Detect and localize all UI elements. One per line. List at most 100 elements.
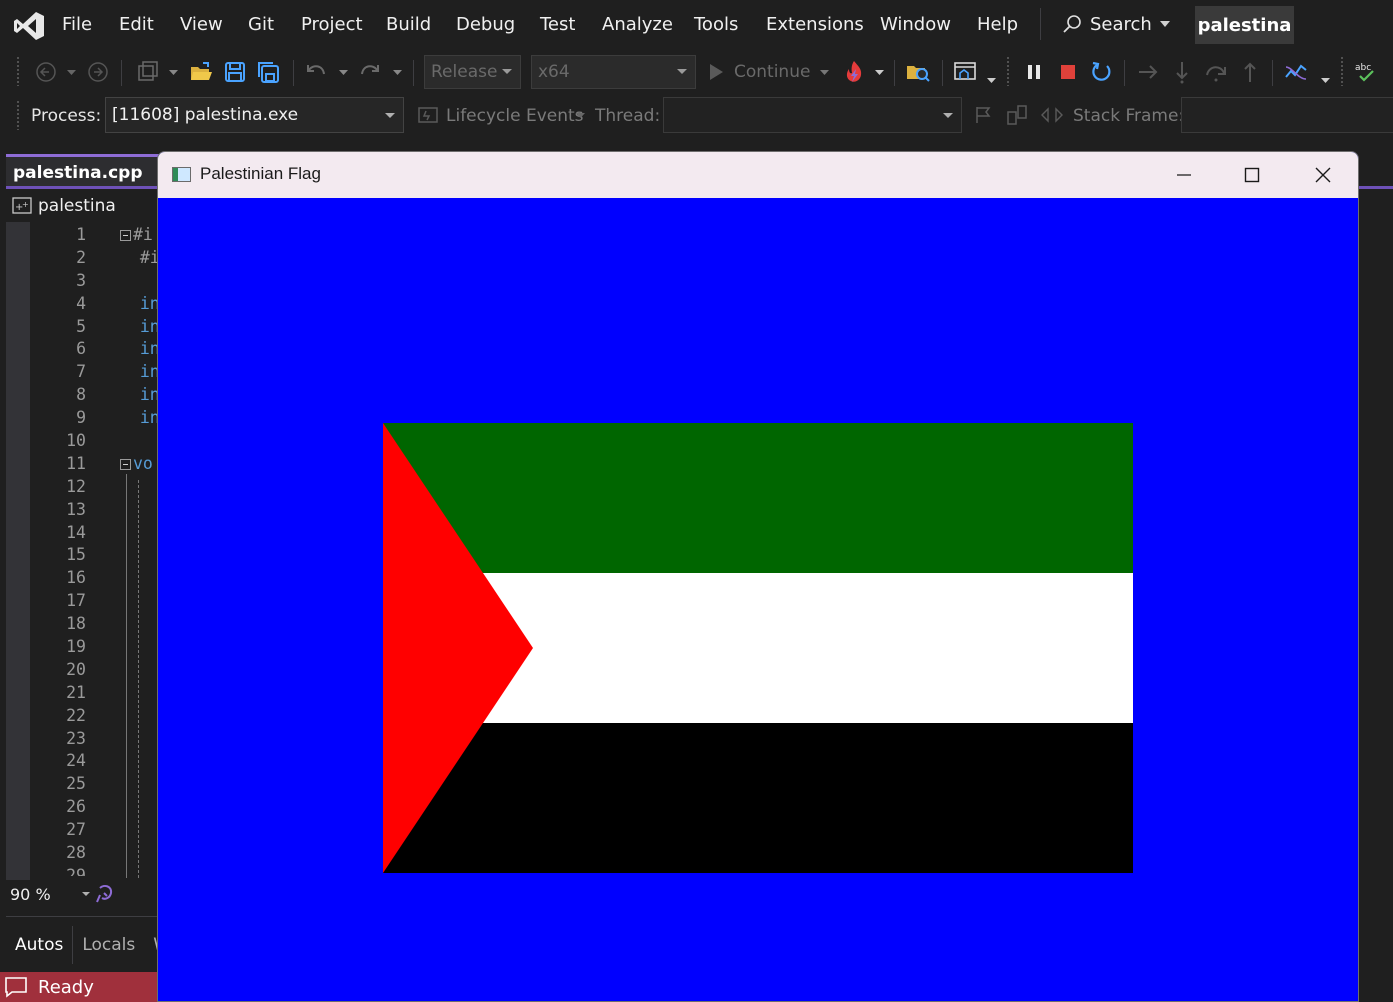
chevron-down-icon[interactable] <box>166 58 180 86</box>
menu-file[interactable]: File <box>62 14 92 35</box>
hot-reload-icon[interactable] <box>840 58 868 86</box>
continue-button[interactable]: Continue <box>708 58 830 86</box>
restart-icon[interactable] <box>1087 58 1115 86</box>
chevron-down-icon[interactable] <box>872 58 886 86</box>
process-select[interactable]: [11608] palestina.exe <box>105 97 404 133</box>
line-number: 19 <box>66 637 86 657</box>
browse-folder-icon[interactable] <box>903 58 933 86</box>
app-window[interactable]: Palestinian Flag <box>157 151 1359 1002</box>
line-number: 13 <box>66 499 86 519</box>
menu-view[interactable]: View <box>180 14 223 35</box>
zoom-select[interactable]: 90 % <box>6 885 94 904</box>
maximize-button[interactable] <box>1218 152 1286 198</box>
navigation-bar-project[interactable]: + + palestina <box>6 192 166 220</box>
save-all-icon[interactable] <box>255 58 283 86</box>
flag-stripe-bottom <box>383 723 1133 873</box>
toolbar-separator <box>1124 60 1125 86</box>
line-number: 8 <box>76 385 86 405</box>
pause-icon[interactable] <box>1020 58 1048 86</box>
menu-analyze[interactable]: Analyze <box>602 14 673 35</box>
chevron-down-icon[interactable] <box>390 58 404 86</box>
svg-text:+: + <box>22 200 29 209</box>
toolbar-separator <box>1272 60 1273 86</box>
tab-title: palestina.cpp <box>13 162 143 183</box>
editor-zoom-bar: 90 % <box>6 881 158 907</box>
navigate-forward-icon[interactable] <box>84 58 112 86</box>
visual-studio-logo-icon[interactable] <box>12 10 46 42</box>
undo-icon[interactable] <box>302 58 330 86</box>
chevron-down-icon[interactable] <box>1318 66 1332 94</box>
thread-label: Thread: <box>595 106 661 126</box>
line-number: 2 <box>76 247 86 267</box>
minimize-button[interactable] <box>1150 152 1218 198</box>
lifecycle-events-icon[interactable] <box>416 102 440 128</box>
show-next-statement-icon[interactable] <box>1134 58 1162 86</box>
maximize-icon <box>1244 167 1260 183</box>
tab-autos[interactable]: Autos <box>6 925 74 964</box>
breakpoint-margin[interactable] <box>6 222 30 880</box>
line-number: 28 <box>66 843 86 863</box>
tab-palestina-cpp[interactable]: palestina.cpp <box>6 154 164 188</box>
output-window-icon[interactable] <box>4 976 28 998</box>
toolbar-grip[interactable] <box>16 56 20 86</box>
menu-project[interactable]: Project <box>301 14 363 35</box>
lifecycle-events-button[interactable]: Lifecycle Events <box>446 106 584 126</box>
new-project-icon[interactable] <box>134 58 162 86</box>
close-icon <box>1315 167 1331 183</box>
save-icon[interactable] <box>221 58 249 86</box>
minimize-icon <box>1177 174 1191 176</box>
spell-check-icon[interactable]: abc <box>1352 58 1380 86</box>
toggle-flag-icon[interactable] <box>972 102 996 128</box>
redo-icon[interactable] <box>356 58 384 86</box>
collapse-icon[interactable] <box>120 458 131 470</box>
line-number: 6 <box>76 339 86 359</box>
chevron-down-icon <box>943 113 953 118</box>
line-number: 12 <box>66 476 86 496</box>
solution-configuration-select[interactable]: Release <box>424 55 521 89</box>
chevron-down-icon[interactable] <box>64 58 78 86</box>
search-button[interactable]: Search <box>1062 10 1170 38</box>
code-line-1: #i <box>133 225 153 244</box>
stack-frame-select[interactable] <box>1181 97 1393 133</box>
menu-git[interactable]: Git <box>248 14 274 35</box>
menu-edit[interactable]: Edit <box>119 14 154 35</box>
suppress-frames-icon[interactable] <box>1039 102 1065 128</box>
toolbar-grip[interactable] <box>1340 56 1344 86</box>
chevron-down-icon[interactable] <box>576 113 585 118</box>
toolbar-grip[interactable] <box>1006 56 1010 86</box>
application-insights-icon[interactable] <box>950 58 980 86</box>
tab-locals[interactable]: Locals <box>73 926 144 964</box>
menu-extensions[interactable]: Extensions <box>766 14 864 35</box>
navigate-back-icon[interactable] <box>32 58 60 86</box>
step-out-icon[interactable] <box>1236 58 1264 86</box>
thread-select[interactable] <box>663 97 962 133</box>
close-button[interactable] <box>1289 152 1357 198</box>
palestinian-flag <box>383 423 1133 873</box>
chevron-down-icon[interactable] <box>984 66 998 94</box>
menu-tools[interactable]: Tools <box>694 14 738 35</box>
menu-bar: File Edit View Git Project Build Debug T… <box>0 0 1393 52</box>
menu-debug[interactable]: Debug <box>456 14 515 35</box>
diagnostic-tools-icon[interactable] <box>1282 58 1310 86</box>
process-label: Process: <box>31 106 102 126</box>
step-over-icon[interactable] <box>1202 58 1230 86</box>
toolbar-separator <box>121 60 122 86</box>
chevron-down-icon[interactable] <box>336 58 350 86</box>
menu-build[interactable]: Build <box>386 14 431 35</box>
line-numbers: 1 2 3 4 5 6 7 8 9 10 11 12 13 14 15 16 17 18 19 20 21 22 23 24 2… <box>36 224 86 876</box>
stop-icon[interactable] <box>1054 58 1082 86</box>
toolbar-grip[interactable] <box>16 100 20 130</box>
collapse-icon[interactable] <box>120 230 131 241</box>
intellicode-icon[interactable] <box>94 884 116 904</box>
flag-threads-icon[interactable] <box>1005 102 1031 128</box>
process-value: [11608] palestina.exe <box>112 105 299 125</box>
open-folder-icon[interactable] <box>187 58 215 86</box>
solution-platform-select[interactable]: x64 <box>531 55 696 89</box>
step-into-icon[interactable] <box>1168 58 1196 86</box>
code-area[interactable]: #i #i in in in in in in vo <box>120 224 160 476</box>
menu-help[interactable]: Help <box>977 14 1018 35</box>
solution-name-badge[interactable]: palestina <box>1195 6 1294 44</box>
menu-test[interactable]: Test <box>540 14 575 35</box>
window-title-bar[interactable]: Palestinian Flag <box>158 152 1358 198</box>
menu-window[interactable]: Window <box>880 14 951 35</box>
